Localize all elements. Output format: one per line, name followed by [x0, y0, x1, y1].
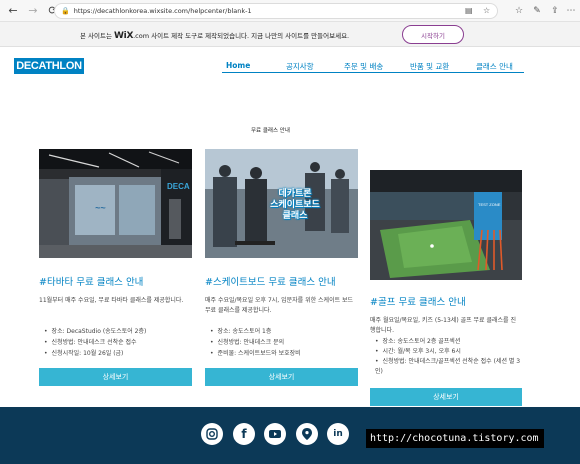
wix-banner: 본 사이트는 WiX.com 사이트 제작 도구로 제작되었습니다. 지금 나만… — [0, 22, 580, 47]
list-item: 신청시작일: 10월 26일 (금) — [44, 348, 194, 359]
svg-text:TEST ZONE: TEST ZONE — [478, 202, 501, 207]
list-item: 신청방법: 안내데스크 선착순 접수 — [44, 337, 194, 348]
card-title-golf: #골프 무료 클래스 안내 — [370, 297, 466, 308]
linkedin-icon[interactable]: in — [327, 423, 349, 445]
instagram-icon[interactable] — [201, 423, 223, 445]
bookmark-star-icon[interactable]: ☆ — [483, 6, 490, 15]
facebook-icon[interactable]: f — [233, 423, 255, 445]
detail-button-golf[interactable]: 상세보기 — [370, 388, 522, 406]
wix-start-button[interactable]: 시작하기 — [402, 25, 464, 44]
nav-notice[interactable]: 공지사항 — [286, 61, 314, 72]
favorites-icon[interactable]: ☆ — [512, 4, 526, 18]
detail-button-skateboard[interactable]: 상세보기 — [205, 368, 358, 386]
wix-banner-text: 본 사이트는 WiX.com 사이트 제작 도구로 제작되었습니다. 지금 나만… — [80, 31, 350, 41]
section-title: 무료 클래스 안내 — [251, 128, 290, 134]
card-desc-skateboard: 매주 수요일/목요일 오후 7시, 입문자를 위한 스케이트 보드 무료 클래스… — [205, 297, 354, 314]
nav-orders[interactable]: 주문 및 배송 — [344, 61, 383, 72]
watermark-text: http://chocotuna.tistory.com — [366, 429, 544, 448]
wix-brand: WiX — [114, 31, 134, 41]
url-text: https://decathlonkorea.wixsite.com/helpc… — [73, 7, 252, 15]
list-item: 장소: 송도스토어 1층 — [210, 326, 360, 337]
card-list-tabata: 장소: DecaStudio (송도스토어 2층) 신청방법: 안내데스크 선착… — [44, 326, 194, 359]
tabata-photo: ~~ DECA — [39, 149, 192, 258]
card-list-skateboard: 장소: 송도스토어 1층 신청방법: 안내데스크 문의 준비물: 스케이트보드와… — [210, 326, 360, 359]
photo-caption: 데카트론 스케이트보드 클래스 — [270, 189, 320, 221]
nav-divider — [222, 72, 524, 73]
skateboard-photo: 데카트론 스케이트보드 클래스 — [205, 149, 358, 258]
detail-button-tabata[interactable]: 상세보기 — [39, 368, 192, 386]
card-title-skateboard: #스케이트보드 무료 클래스 안내 — [205, 277, 336, 288]
card-title-tabata: #타바타 무료 클래스 안내 — [39, 277, 144, 288]
share-icon[interactable]: ⇪ — [548, 4, 562, 18]
back-icon[interactable]: ← — [6, 4, 20, 18]
more-icon[interactable]: ⋯ — [564, 4, 578, 18]
list-item: 준비물: 스케이트보드와 보호장비 — [210, 348, 360, 359]
card-list-golf: 장소: 송도스토어 2층 골프섹션 시간: 월/목 오후 3시, 오후 6시 신… — [375, 337, 523, 377]
list-item: 장소: DecaStudio (송도스토어 2층) — [44, 326, 194, 337]
reader-icon[interactable]: ▤ — [465, 6, 473, 15]
forward-icon[interactable]: → — [26, 4, 40, 18]
svg-text:~~: ~~ — [95, 203, 106, 213]
address-bar[interactable]: 🔒 https://decathlonkorea.wixsite.com/hel… — [54, 3, 498, 19]
nav-returns[interactable]: 반품 및 교환 — [410, 61, 449, 72]
decathlon-logo[interactable]: DECATHLON — [14, 58, 84, 74]
map-pin-icon[interactable] — [296, 423, 318, 445]
nav-class[interactable]: 클래스 안내 — [476, 61, 513, 72]
golf-photo: TEST ZONE — [370, 170, 522, 280]
lock-icon: 🔒 — [61, 7, 70, 15]
list-item: 신청방법: 안내데스크/골프섹션 선착순 접수 (세션 별 3인) — [375, 357, 523, 377]
list-item: 신청방법: 안내데스크 문의 — [210, 337, 360, 348]
card-desc-tabata: 11월부터 매주 수요일, 무료 타바타 클래스를 제공합니다. — [39, 297, 184, 304]
svg-text:DECA: DECA — [167, 182, 190, 191]
pen-icon[interactable]: ✎ — [530, 4, 544, 18]
nav-home[interactable]: Home — [226, 61, 250, 70]
list-item: 시간: 월/목 오후 3시, 오후 6시 — [375, 347, 523, 357]
youtube-icon[interactable] — [264, 423, 286, 445]
card-desc-golf: 매주 월요일/목요일, 키즈 (5-13세) 골프 무료 클래스를 진행합니다. — [370, 317, 516, 334]
list-item: 장소: 송도스토어 2층 골프섹션 — [375, 337, 523, 347]
